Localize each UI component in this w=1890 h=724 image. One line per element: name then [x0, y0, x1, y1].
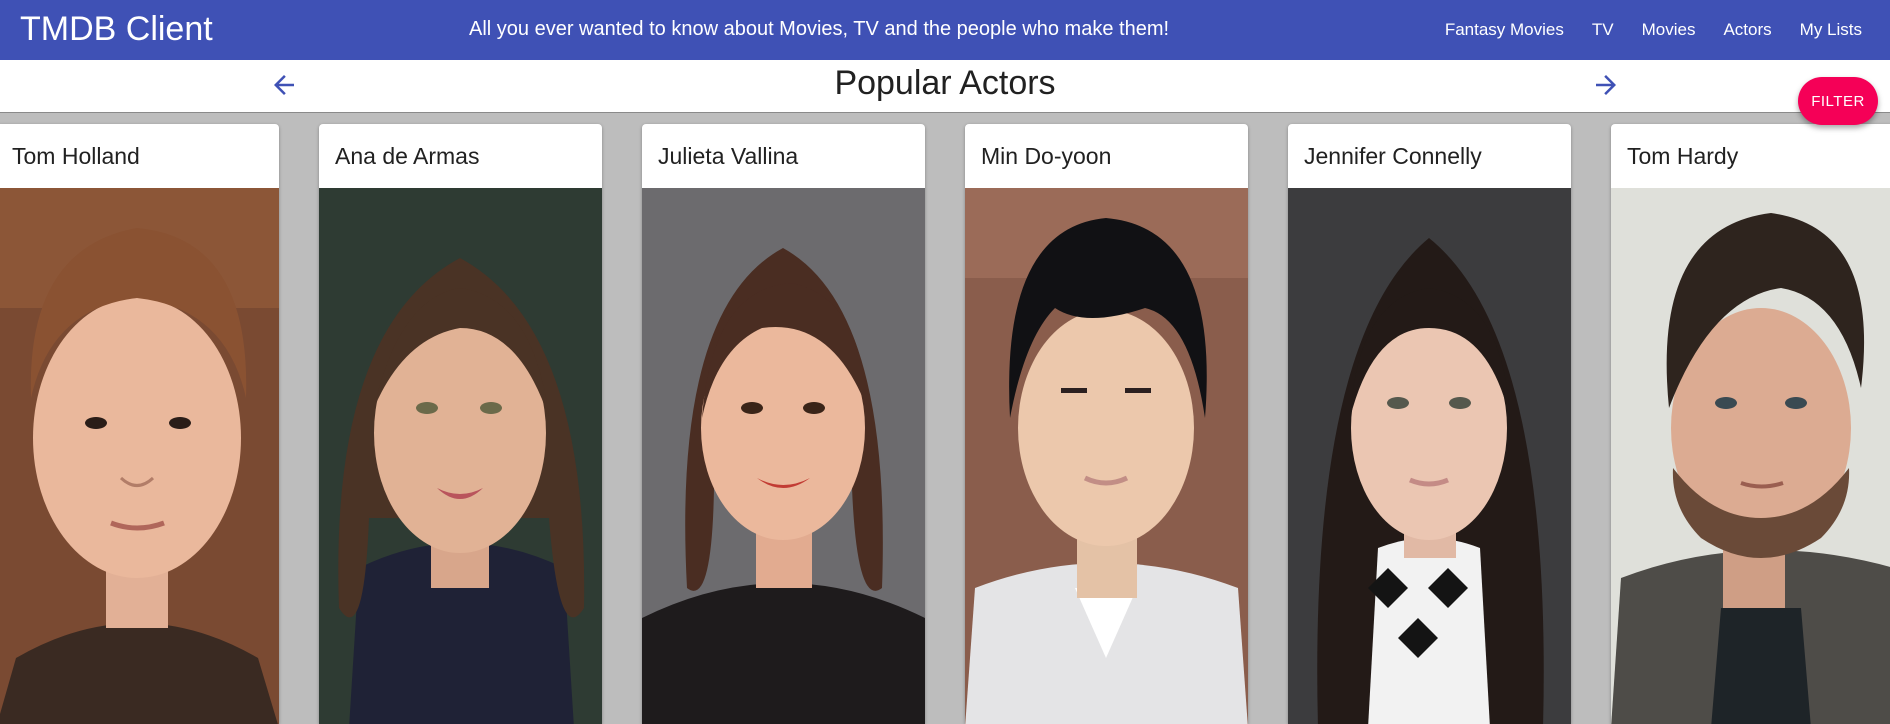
nav-link-fantasy-movies[interactable]: Fantasy Movies	[1431, 14, 1578, 46]
actor-name: Tom Hardy	[1627, 143, 1739, 169]
arrow-forward-icon	[1596, 75, 1616, 95]
actor-photo	[1611, 188, 1890, 724]
actor-card-min-do-yoon[interactable]: Min Do-yoon	[965, 124, 1248, 724]
app-tagline: All you ever wanted to know about Movies…	[469, 18, 1170, 40]
actor-name: Ana de Armas	[335, 143, 480, 169]
actor-name: Julieta Vallina	[658, 143, 799, 169]
nav-link-tv[interactable]: TV	[1578, 14, 1628, 46]
nav-link-actors[interactable]: Actors	[1709, 14, 1785, 46]
arrow-back-icon	[274, 75, 294, 95]
actor-card-tom-hardy[interactable]: Tom Hardy	[1611, 124, 1890, 724]
page-header: Popular Actors	[0, 60, 1890, 113]
next-page-button[interactable]	[1586, 65, 1626, 105]
filter-button[interactable]: FILTER	[1798, 77, 1878, 125]
actor-photo	[319, 188, 602, 724]
actor-photo	[1288, 188, 1571, 724]
previous-page-button[interactable]	[264, 65, 304, 105]
actor-card-ana-de-armas[interactable]: Ana de Armas	[319, 124, 602, 724]
nav-link-movies[interactable]: Movies	[1628, 14, 1710, 46]
actor-name: Min Do-yoon	[981, 143, 1112, 169]
actor-photo	[965, 188, 1248, 724]
actor-photo	[642, 188, 925, 724]
actor-card-tom-holland[interactable]: Tom Holland	[0, 124, 279, 724]
actor-name: Tom Holland	[12, 143, 140, 169]
actor-photo	[0, 188, 279, 724]
main-nav: Fantasy Movies TV Movies Actors My Lists	[1431, 0, 1876, 60]
app-bar: TMDB Client All you ever wanted to know …	[0, 0, 1890, 60]
app-title[interactable]: TMDB Client	[20, 9, 213, 49]
actor-name: Jennifer Connelly	[1304, 143, 1482, 169]
nav-link-my-lists[interactable]: My Lists	[1786, 14, 1876, 46]
actor-card-jennifer-connelly[interactable]: Jennifer Connelly	[1288, 124, 1571, 724]
actor-card-julieta-vallina[interactable]: Julieta Vallina	[642, 124, 925, 724]
